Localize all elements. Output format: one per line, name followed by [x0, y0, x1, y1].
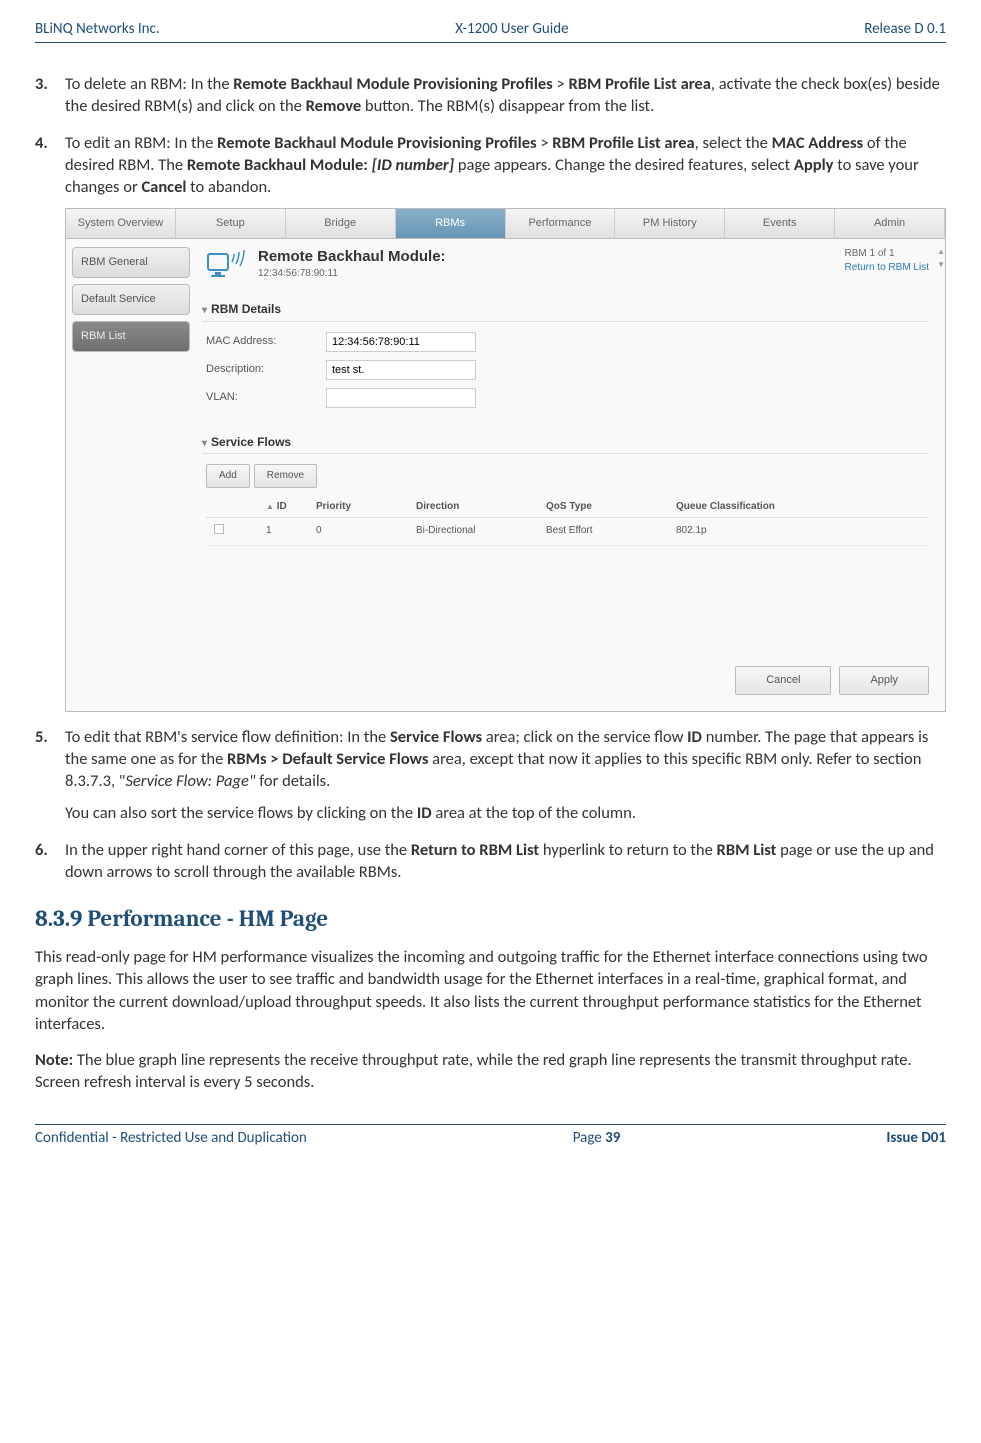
sidebar-rbm-general[interactable]: RBM General [72, 247, 190, 278]
header-company: BLiNQ Networks Inc. [35, 20, 160, 38]
section-8-3-9-heading: 8.3.9 Performance - HM Page [35, 905, 946, 932]
left-sidebar: RBM General Default Service RBM List [66, 239, 196, 710]
tab-setup[interactable]: Setup [176, 209, 286, 239]
cell-direction: Bi-Directional [416, 524, 546, 539]
tab-performance[interactable]: Performance [506, 209, 616, 239]
page-header: BLiNQ Networks Inc. X-1200 User Guide Re… [35, 20, 946, 43]
section-8-3-9-note: Note: The blue graph line represents the… [35, 1049, 946, 1094]
arrow-up-icon[interactable]: ▲ [937, 247, 945, 258]
description-input[interactable] [326, 360, 476, 380]
service-flows-heading: ▾Service Flows [202, 434, 929, 455]
rbm-nav-links: RBM 1 of 1 Return to RBM List [845, 247, 929, 274]
monitor-signal-icon [206, 247, 246, 283]
step-3: 3. To delete an RBM: In the Remote Backh… [35, 73, 946, 118]
step-5: 5. To edit that RBM's service flow defin… [35, 726, 946, 825]
step-6: 6. In the upper right hand corner of thi… [35, 839, 946, 884]
step-number: 3. [35, 73, 48, 95]
tab-pm-history[interactable]: PM History [615, 209, 725, 239]
tab-admin[interactable]: Admin [835, 209, 945, 239]
footer-confidential: Confidential - Restricted Use and Duplic… [35, 1129, 307, 1147]
col-priority[interactable]: Priority [316, 500, 416, 514]
main-panel: RBM 1 of 1 Return to RBM List ▲ ▼ [196, 239, 945, 710]
collapse-icon[interactable]: ▾ [202, 304, 207, 318]
rbm-counter: RBM 1 of 1 [845, 247, 929, 261]
table-row: 1 0 Bi-Directional Best Effort 802.1p [206, 518, 929, 546]
collapse-icon[interactable]: ▾ [202, 437, 207, 451]
cell-priority: 0 [316, 524, 416, 539]
col-qos-type[interactable]: QoS Type [546, 500, 676, 514]
vlan-input[interactable] [326, 388, 476, 408]
col-id[interactable]: ▲ ID [266, 500, 316, 514]
col-queue-classification[interactable]: Queue Classification [676, 500, 929, 514]
tab-rbms[interactable]: RBMs [396, 209, 506, 239]
sort-icon: ▲ [266, 502, 274, 511]
arrow-down-icon[interactable]: ▼ [937, 260, 945, 271]
col-direction[interactable]: Direction [416, 500, 546, 514]
page-title: Remote Backhaul Module: [258, 247, 446, 267]
rbm-module-screenshot: System Overview Setup Bridge RBMs Perfor… [65, 208, 946, 711]
apply-button[interactable]: Apply [839, 666, 929, 695]
instruction-list: 3. To delete an RBM: In the Remote Backh… [35, 73, 946, 883]
return-to-rbm-list-link[interactable]: Return to RBM List [845, 261, 929, 275]
row-checkbox[interactable] [214, 524, 224, 534]
step-4: 4. To edit an RBM: In the Remote Backhau… [35, 132, 946, 712]
footer-issue: Issue D01 [886, 1129, 946, 1147]
sidebar-rbm-list[interactable]: RBM List [72, 321, 190, 352]
page-subtitle: 12:34:56:78:90:11 [258, 267, 446, 281]
footer-page: Page 39 [573, 1129, 621, 1147]
step-number: 4. [35, 132, 48, 154]
remove-button[interactable]: Remove [254, 464, 317, 488]
rbm-scroll-arrows: ▲ ▼ [937, 247, 945, 271]
rbm-details-heading: ▾RBM Details [202, 301, 929, 322]
tab-events[interactable]: Events [725, 209, 835, 239]
tab-system-overview[interactable]: System Overview [66, 209, 176, 239]
service-flows-table: ▲ ID Priority Direction QoS Type Queue C… [206, 496, 929, 546]
cell-qos: Best Effort [546, 524, 676, 539]
tab-bridge[interactable]: Bridge [286, 209, 396, 239]
add-button[interactable]: Add [206, 464, 250, 488]
cell-id[interactable]: 1 [266, 524, 316, 539]
description-label: Description: [206, 362, 326, 377]
sidebar-default-service[interactable]: Default Service [72, 284, 190, 315]
top-nav-tabs: System Overview Setup Bridge RBMs Perfor… [66, 209, 945, 239]
cancel-button[interactable]: Cancel [735, 666, 831, 695]
header-title: X-1200 User Guide [455, 20, 568, 38]
section-8-3-9-p1: This read-only page for HM performance v… [35, 946, 946, 1035]
mac-address-input[interactable] [326, 332, 476, 352]
cell-qc: 802.1p [676, 524, 929, 539]
mac-address-label: MAC Address: [206, 334, 326, 349]
vlan-label: VLAN: [206, 390, 326, 405]
page-footer: Confidential - Restricted Use and Duplic… [35, 1124, 946, 1147]
step-number: 6. [35, 839, 48, 861]
step-number: 5. [35, 726, 48, 748]
header-release: Release D 0.1 [864, 20, 946, 38]
